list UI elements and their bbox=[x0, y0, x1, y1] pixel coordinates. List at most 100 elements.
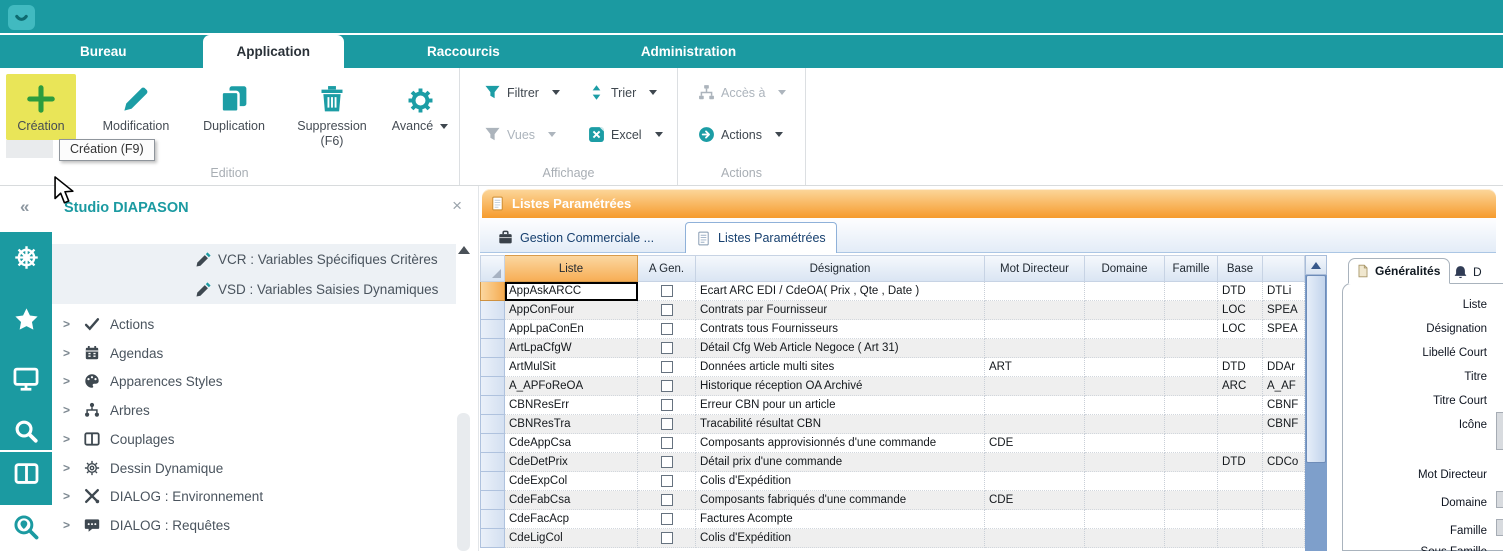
cell-designation[interactable]: Détail prix d'une commande bbox=[696, 453, 985, 472]
cell-mot[interactable]: CDE bbox=[985, 434, 1085, 453]
tree-scrollbar[interactable] bbox=[457, 413, 470, 551]
checkbox-unchecked[interactable] bbox=[661, 399, 673, 411]
row-header[interactable] bbox=[480, 434, 505, 453]
cell-extra[interactable]: CBNF bbox=[1263, 396, 1305, 415]
table-row[interactable]: AppConFourContrats par FournisseurLOCSPE… bbox=[480, 301, 1327, 320]
dropdown-caret-icon[interactable] bbox=[440, 124, 448, 129]
cell-base[interactable] bbox=[1218, 396, 1263, 415]
column-header-mot-directeur[interactable]: Mot Directeur bbox=[985, 255, 1085, 282]
tree-item-vcr-variables-specifiques-criteres[interactable]: VCR : Variables Spécifiques Critères bbox=[52, 244, 456, 274]
sidebar-close-icon[interactable]: × bbox=[452, 196, 462, 216]
cell-famille[interactable] bbox=[1165, 339, 1218, 358]
cell-liste[interactable]: CdeAppCsa bbox=[505, 434, 638, 453]
dropdown-caret-icon[interactable] bbox=[548, 132, 556, 137]
cell-domaine[interactable] bbox=[1085, 510, 1165, 529]
cell-extra[interactable] bbox=[1263, 339, 1305, 358]
table-row[interactable]: CBNResErrErreur CBN pour un articleCBNF bbox=[480, 396, 1327, 415]
cell-domaine[interactable] bbox=[1085, 339, 1165, 358]
cell-famille[interactable] bbox=[1165, 415, 1218, 434]
cell-liste[interactable]: AppConFour bbox=[505, 301, 638, 320]
ribbon-button-duplication[interactable]: Duplication bbox=[188, 74, 280, 162]
cell-base[interactable]: DTD bbox=[1218, 453, 1263, 472]
cell-famille[interactable] bbox=[1165, 453, 1218, 472]
row-header[interactable] bbox=[480, 301, 505, 320]
column-header-designation[interactable]: Désignation bbox=[696, 255, 985, 282]
row-header[interactable] bbox=[480, 358, 505, 377]
ribbon-button-vues[interactable]: Vues bbox=[484, 126, 556, 143]
dropdown-caret-icon[interactable] bbox=[655, 132, 663, 137]
tree-item-dessin-dynamique[interactable]: >Dessin Dynamique bbox=[52, 454, 456, 482]
cell-famille[interactable] bbox=[1165, 358, 1218, 377]
checkbox-unchecked[interactable] bbox=[661, 361, 673, 373]
cell-domaine[interactable] bbox=[1085, 358, 1165, 377]
row-header[interactable] bbox=[480, 491, 505, 510]
tree-item-arbres[interactable]: >Arbres bbox=[52, 396, 456, 424]
checkbox-unchecked[interactable] bbox=[661, 494, 673, 506]
cell-liste[interactable]: CBNResTra bbox=[505, 415, 638, 434]
table-row[interactable]: CBNResTraTracabilité résultat CBNCBNF bbox=[480, 415, 1327, 434]
grid-vertical-scrollbar[interactable] bbox=[1305, 255, 1327, 551]
cell-base[interactable]: LOC bbox=[1218, 301, 1263, 320]
tree-item-apparences-styles[interactable]: >Apparences Styles bbox=[52, 367, 456, 395]
ribbon-button-suppression[interactable]: Suppression(F6) bbox=[286, 74, 378, 162]
cell-base[interactable] bbox=[1218, 529, 1263, 548]
cell-extra[interactable] bbox=[1263, 510, 1305, 529]
cell-domaine[interactable] bbox=[1085, 491, 1165, 510]
dropdown-caret-icon[interactable] bbox=[552, 90, 560, 95]
cell-liste[interactable]: CdeExpCol bbox=[505, 472, 638, 491]
ribbon-button-trier[interactable]: Trier bbox=[588, 84, 657, 101]
cell-a-gen[interactable] bbox=[638, 453, 696, 472]
cell-base[interactable] bbox=[1218, 434, 1263, 453]
cell-domaine[interactable] bbox=[1085, 396, 1165, 415]
table-row[interactable]: CdeExpColColis d'Expédition bbox=[480, 472, 1327, 491]
cell-mot[interactable] bbox=[985, 301, 1085, 320]
cell-famille[interactable] bbox=[1165, 301, 1218, 320]
row-header[interactable] bbox=[480, 529, 505, 548]
cell-base[interactable] bbox=[1218, 472, 1263, 491]
column-header-domaine[interactable]: Domaine bbox=[1085, 255, 1165, 282]
cell-mot[interactable] bbox=[985, 339, 1085, 358]
cell-designation[interactable]: Historique réception OA Archivé bbox=[696, 377, 985, 396]
panel-tab-generalites[interactable]: Généralités bbox=[1348, 258, 1450, 284]
row-header[interactable] bbox=[480, 377, 505, 396]
cell-base[interactable]: DTD bbox=[1218, 282, 1263, 301]
cell-base[interactable]: LOC bbox=[1218, 320, 1263, 339]
cell-famille[interactable] bbox=[1165, 510, 1218, 529]
checkbox-unchecked[interactable] bbox=[661, 513, 673, 525]
tree-item-vsd-variables-saisies-dynamiques[interactable]: VSD : Variables Saisies Dynamiques bbox=[52, 274, 456, 304]
field-input-edge[interactable] bbox=[1496, 491, 1503, 508]
checkbox-unchecked[interactable] bbox=[661, 285, 673, 297]
cell-mot[interactable]: ART bbox=[985, 358, 1085, 377]
tree-scroll-up-icon[interactable] bbox=[458, 246, 470, 254]
tree-item-couplages[interactable]: >Couplages bbox=[52, 425, 456, 453]
cell-a-gen[interactable] bbox=[638, 472, 696, 491]
cell-designation[interactable]: Factures Acompte bbox=[696, 510, 985, 529]
checkbox-unchecked[interactable] bbox=[661, 380, 673, 392]
row-header[interactable] bbox=[480, 510, 505, 529]
cell-famille[interactable] bbox=[1165, 491, 1218, 510]
cell-designation[interactable]: Contrats tous Fournisseurs bbox=[696, 320, 985, 339]
cell-mot[interactable] bbox=[985, 472, 1085, 491]
table-row[interactable]: A_APFoReOAHistorique réception OA Archiv… bbox=[480, 377, 1327, 396]
cell-base[interactable] bbox=[1218, 491, 1263, 510]
column-header-a-gen[interactable]: A Gen. bbox=[638, 255, 696, 282]
rail-searchpin-icon[interactable] bbox=[0, 514, 52, 540]
cell-a-gen[interactable] bbox=[638, 377, 696, 396]
column-header-base[interactable]: Base bbox=[1218, 255, 1263, 282]
table-row[interactable]: ArtMulSitDonnées article multi sitesARTD… bbox=[480, 358, 1327, 377]
cell-domaine[interactable] bbox=[1085, 472, 1165, 491]
tree-item-agendas[interactable]: >Agendas bbox=[52, 339, 456, 367]
cell-liste[interactable]: AppAskARCC bbox=[505, 282, 638, 301]
cell-liste[interactable]: CdeFacAcp bbox=[505, 510, 638, 529]
field-input-edge[interactable] bbox=[1496, 412, 1503, 450]
checkbox-unchecked[interactable] bbox=[661, 532, 673, 544]
dropdown-caret-icon[interactable] bbox=[649, 90, 657, 95]
expand-chevron-icon[interactable]: > bbox=[63, 403, 70, 417]
ribbon-button-excel[interactable]: Excel bbox=[588, 126, 663, 143]
cell-designation[interactable]: Données article multi sites bbox=[696, 358, 985, 377]
tree-item-dialog-requetes[interactable]: >DIALOG : Requêtes bbox=[52, 511, 456, 539]
expand-chevron-icon[interactable]: > bbox=[63, 317, 70, 331]
sidebar-collapse-icon[interactable]: « bbox=[20, 197, 29, 217]
cell-designation[interactable]: Contrats par Fournisseur bbox=[696, 301, 985, 320]
cell-domaine[interactable] bbox=[1085, 320, 1165, 339]
